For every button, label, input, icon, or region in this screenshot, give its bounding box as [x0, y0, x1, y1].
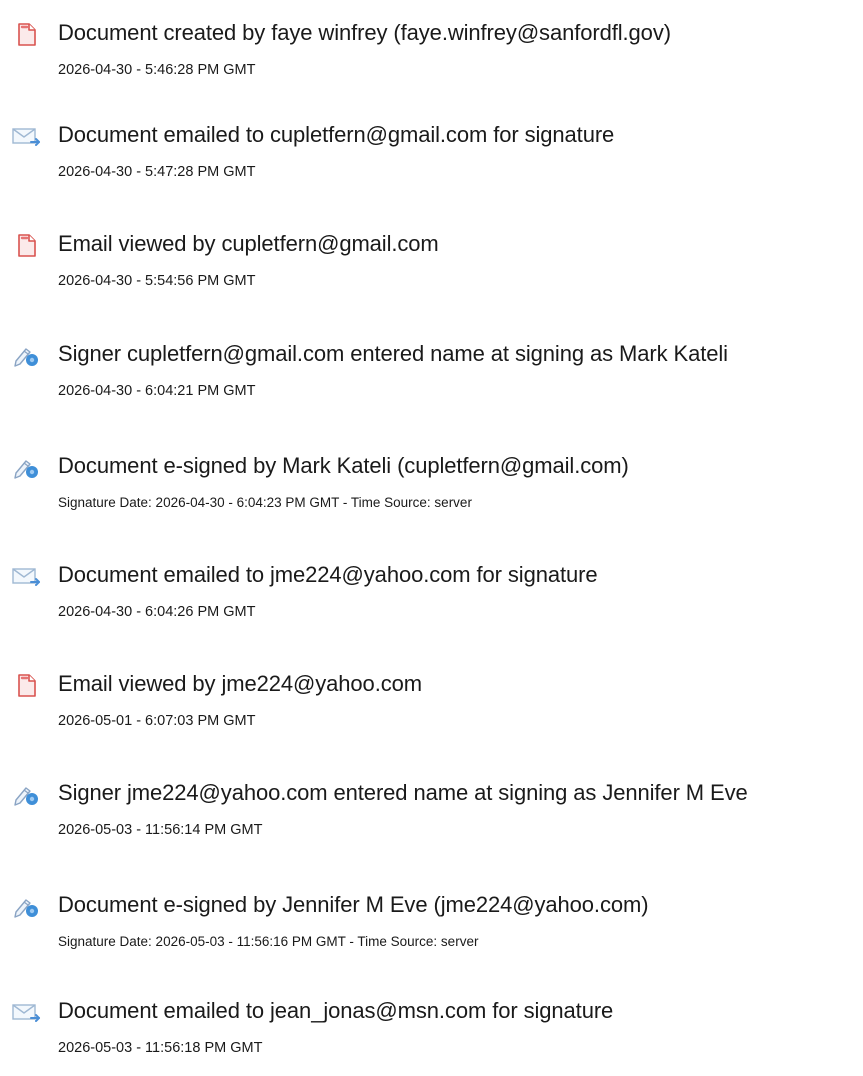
event-timestamp: 2026-04-30 - 5:47:28 PM GMT [58, 164, 256, 180]
document-created-icon [10, 20, 44, 48]
event-signature-date: Signature Date: 2026-04-30 - 6:04:23 PM … [58, 495, 472, 510]
event-timestamp: 2026-05-03 - 11:56:18 PM GMT [58, 1040, 263, 1056]
email-sent-icon [10, 998, 44, 1026]
e-signed-icon [10, 892, 44, 920]
audit-event: Email viewed by cupletfern@gmail.com 202… [0, 229, 863, 309]
signer-icon [10, 341, 44, 369]
e-signed-icon [10, 453, 44, 481]
audit-event: Signer cupletfern@gmail.com entered name… [0, 339, 863, 419]
email-viewed-icon [10, 671, 44, 699]
email-sent-icon [10, 562, 44, 590]
audit-event: Email viewed by jme224@yahoo.com 2026-05… [0, 669, 863, 749]
event-timestamp: 2026-04-30 - 5:54:56 PM GMT [58, 273, 256, 289]
audit-event: Document e-signed by Jennifer M Eve (jme… [0, 890, 863, 970]
event-title: Signer jme224@yahoo.com entered name at … [58, 780, 748, 805]
event-timestamp: 2026-04-30 - 5:46:28 PM GMT [58, 62, 256, 78]
audit-event: Document emailed to jean_jonas@msn.com f… [0, 996, 863, 1076]
event-title: Document emailed to cupletfern@gmail.com… [58, 122, 615, 147]
event-timestamp: 2026-05-01 - 6:07:03 PM GMT [58, 713, 256, 729]
audit-event: Document e-signed by Mark Kateli (cuplet… [0, 451, 863, 531]
audit-event: Signer jme224@yahoo.com entered name at … [0, 778, 863, 858]
event-title: Email viewed by cupletfern@gmail.com [58, 231, 439, 256]
event-timestamp: 2026-04-30 - 6:04:21 PM GMT [58, 383, 256, 399]
event-title: Document created by faye winfrey (faye.w… [58, 20, 671, 45]
audit-event: Document emailed to jme224@yahoo.com for… [0, 560, 863, 640]
event-signature-date: Signature Date: 2026-05-03 - 11:56:16 PM… [58, 934, 479, 949]
audit-event: Document created by faye winfrey (faye.w… [0, 18, 863, 98]
event-timestamp: 2026-05-03 - 11:56:14 PM GMT [58, 822, 263, 838]
event-title: Document emailed to jean_jonas@msn.com f… [58, 998, 614, 1023]
event-title: Document emailed to jme224@yahoo.com for… [58, 562, 598, 587]
email-viewed-icon [10, 231, 44, 259]
event-title: Email viewed by jme224@yahoo.com [58, 671, 422, 696]
signer-icon [10, 780, 44, 808]
email-sent-icon [10, 122, 44, 150]
event-title: Signer cupletfern@gmail.com entered name… [58, 341, 728, 366]
event-timestamp: 2026-04-30 - 6:04:26 PM GMT [58, 604, 256, 620]
event-title: Document e-signed by Jennifer M Eve (jme… [58, 892, 649, 917]
audit-event: Document emailed to cupletfern@gmail.com… [0, 120, 863, 200]
event-title: Document e-signed by Mark Kateli (cuplet… [58, 453, 629, 478]
